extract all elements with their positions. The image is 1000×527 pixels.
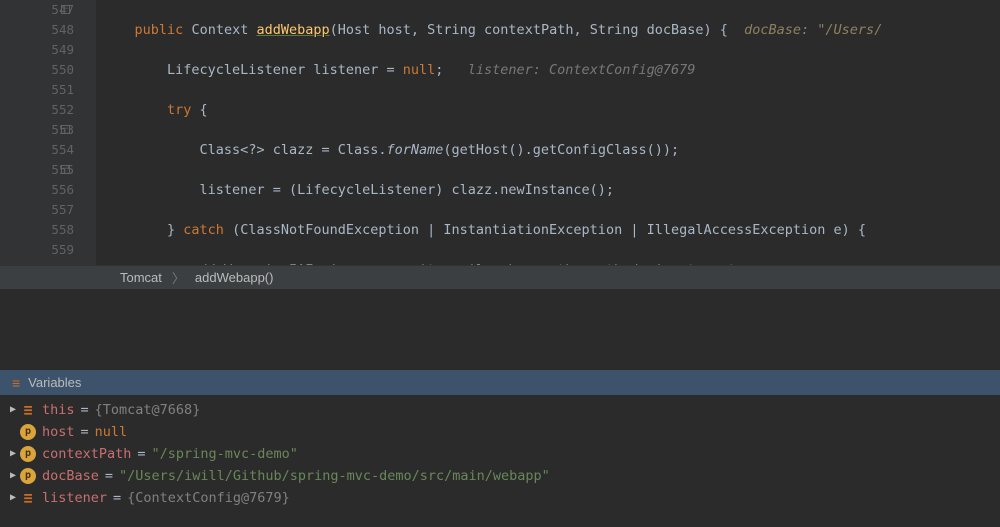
equals: = [99,465,119,487]
param-badge-icon: p [20,468,36,484]
field-badge-icon: ≡ [20,402,36,418]
equals: = [131,443,151,465]
variable-name: contextPath [42,443,131,465]
variable-value: null [95,421,128,443]
variable-row[interactable]: ▶ ≡ listener = {ContextConfig@7679} [6,487,1000,509]
line-number: 549 [0,40,74,60]
line-number: 555− [0,160,74,180]
expand-icon[interactable]: ▶ [6,443,20,465]
breadcrumb-root[interactable]: Tomcat [120,270,162,285]
variable-row[interactable]: ▶ p docBase = "/Users/iwill/Github/sprin… [6,465,1000,487]
variable-name: this [42,399,75,421]
variable-name: host [42,421,75,443]
code-line[interactable]: public Context addWebapp(Host host, Stri… [96,20,1000,40]
fold-icon[interactable]: − [61,5,70,14]
editor: 547− 548 549 550 551 552 553− 554 555− 5… [0,0,1000,265]
line-number: 551 [0,80,74,100]
variable-value: "/spring-mvc-demo" [152,443,298,465]
line-number: 552 [0,100,74,120]
line-number: 553− [0,120,74,140]
line-number: 557 [0,200,74,220]
param-badge-icon: p [20,446,36,462]
variables-title: Variables [28,375,81,390]
breadcrumb[interactable]: Tomcat 〉 addWebapp() [0,265,1000,289]
line-number: 556 [0,180,74,200]
fold-icon[interactable]: − [61,125,70,134]
equals: = [75,421,95,443]
code-line[interactable]: // Wrap in IAE since we can't easily cha… [96,260,1000,265]
line-number: 547− [0,0,74,20]
gutter: 547− 548 549 550 551 552 553− 554 555− 5… [0,0,96,265]
line-number: 554 [0,140,74,160]
fold-icon[interactable]: − [61,165,70,174]
expand-icon[interactable]: ▶ [6,465,20,487]
line-number: 548 [0,20,74,40]
variable-name: listener [42,487,107,509]
line-number: 558⊘ [0,220,74,240]
variable-value: "/Users/iwill/Github/spring-mvc-demo/src… [119,465,550,487]
variables-icon: ≡ [12,375,20,391]
variable-row[interactable]: p host = null [6,421,1000,443]
line-number: 559 [0,240,74,260]
code-line[interactable]: } catch (ClassNotFoundException | Instan… [96,220,1000,240]
variable-row[interactable]: ▶ p contextPath = "/spring-mvc-demo" [6,443,1000,465]
panel-spacer [0,289,1000,369]
expand-icon[interactable]: ▶ [6,487,20,509]
variable-row[interactable]: ▶ ≡ this = {Tomcat@7668} [6,399,1000,421]
expand-icon[interactable]: ▶ [6,399,20,421]
line-number: 550 [0,60,74,80]
code-line[interactable]: try { [96,100,1000,120]
variable-value: {Tomcat@7668} [95,399,201,421]
variables-body: ▶ ≡ this = {Tomcat@7668} p host = null ▶… [0,395,1000,509]
variables-header[interactable]: ≡ Variables [0,369,1000,395]
code-line[interactable]: listener = (LifecycleListener) clazz.new… [96,180,1000,200]
chevron-icon: 〉 [172,268,185,287]
param-badge-icon: p [20,424,36,440]
variable-value: {ContextConfig@7679} [127,487,290,509]
code-area[interactable]: public Context addWebapp(Host host, Stri… [96,0,1000,265]
field-badge-icon: ≡ [20,490,36,506]
breadcrumb-leaf[interactable]: addWebapp() [195,270,274,285]
code-line[interactable]: Class<?> clazz = Class.forName(getHost()… [96,140,1000,160]
equals: = [107,487,127,509]
code-line[interactable]: LifecycleListener listener = null; liste… [96,60,1000,80]
equals: = [75,399,95,421]
variable-name: docBase [42,465,99,487]
